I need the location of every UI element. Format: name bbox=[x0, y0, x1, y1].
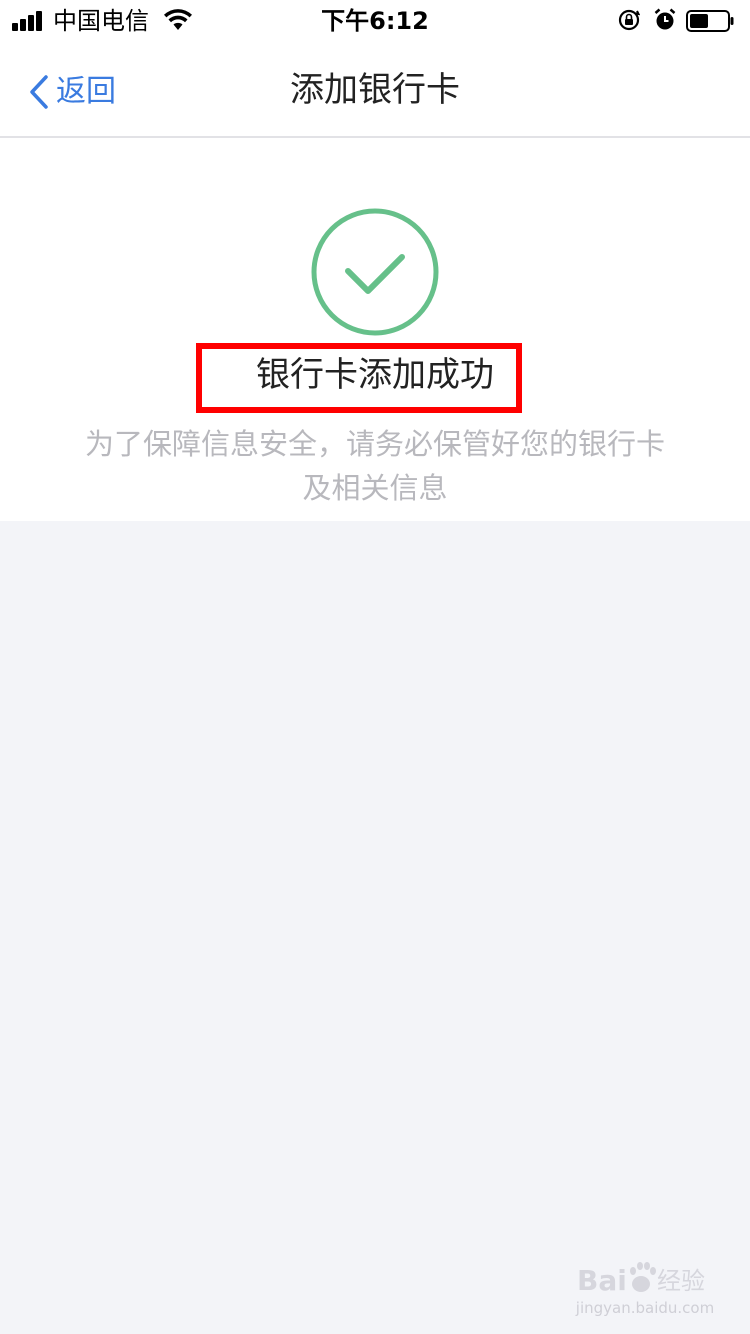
page-title: 添加银行卡 bbox=[290, 70, 460, 110]
success-title: 银行卡添加成功 bbox=[256, 355, 494, 395]
svg-text:经验: 经验 bbox=[657, 1267, 705, 1295]
check-circle-icon bbox=[311, 208, 439, 336]
rotation-lock-icon bbox=[618, 9, 640, 31]
status-bar: 中国电信 下午6:12 bbox=[0, 0, 750, 42]
battery-icon bbox=[686, 10, 734, 32]
baidu-jingyan-logo: Bai 经验 bbox=[577, 1262, 705, 1297]
success-panel: 银行卡添加成功 为了保障信息安全，请务必保管好您的银行卡及相关信息 bbox=[0, 138, 750, 521]
navigation-bar: 返回 添加银行卡 bbox=[0, 42, 750, 138]
security-notice-text: 为了保障信息安全，请务必保管好您的银行卡及相关信息 bbox=[84, 427, 665, 505]
watermark-url: jingyan.baidu.com bbox=[575, 1299, 715, 1317]
alarm-icon bbox=[654, 8, 676, 30]
baidu-jingyan-watermark: Bai 经验 jingyan.baidu.com bbox=[575, 1258, 715, 1324]
svg-text:Bai: Bai bbox=[577, 1264, 627, 1297]
